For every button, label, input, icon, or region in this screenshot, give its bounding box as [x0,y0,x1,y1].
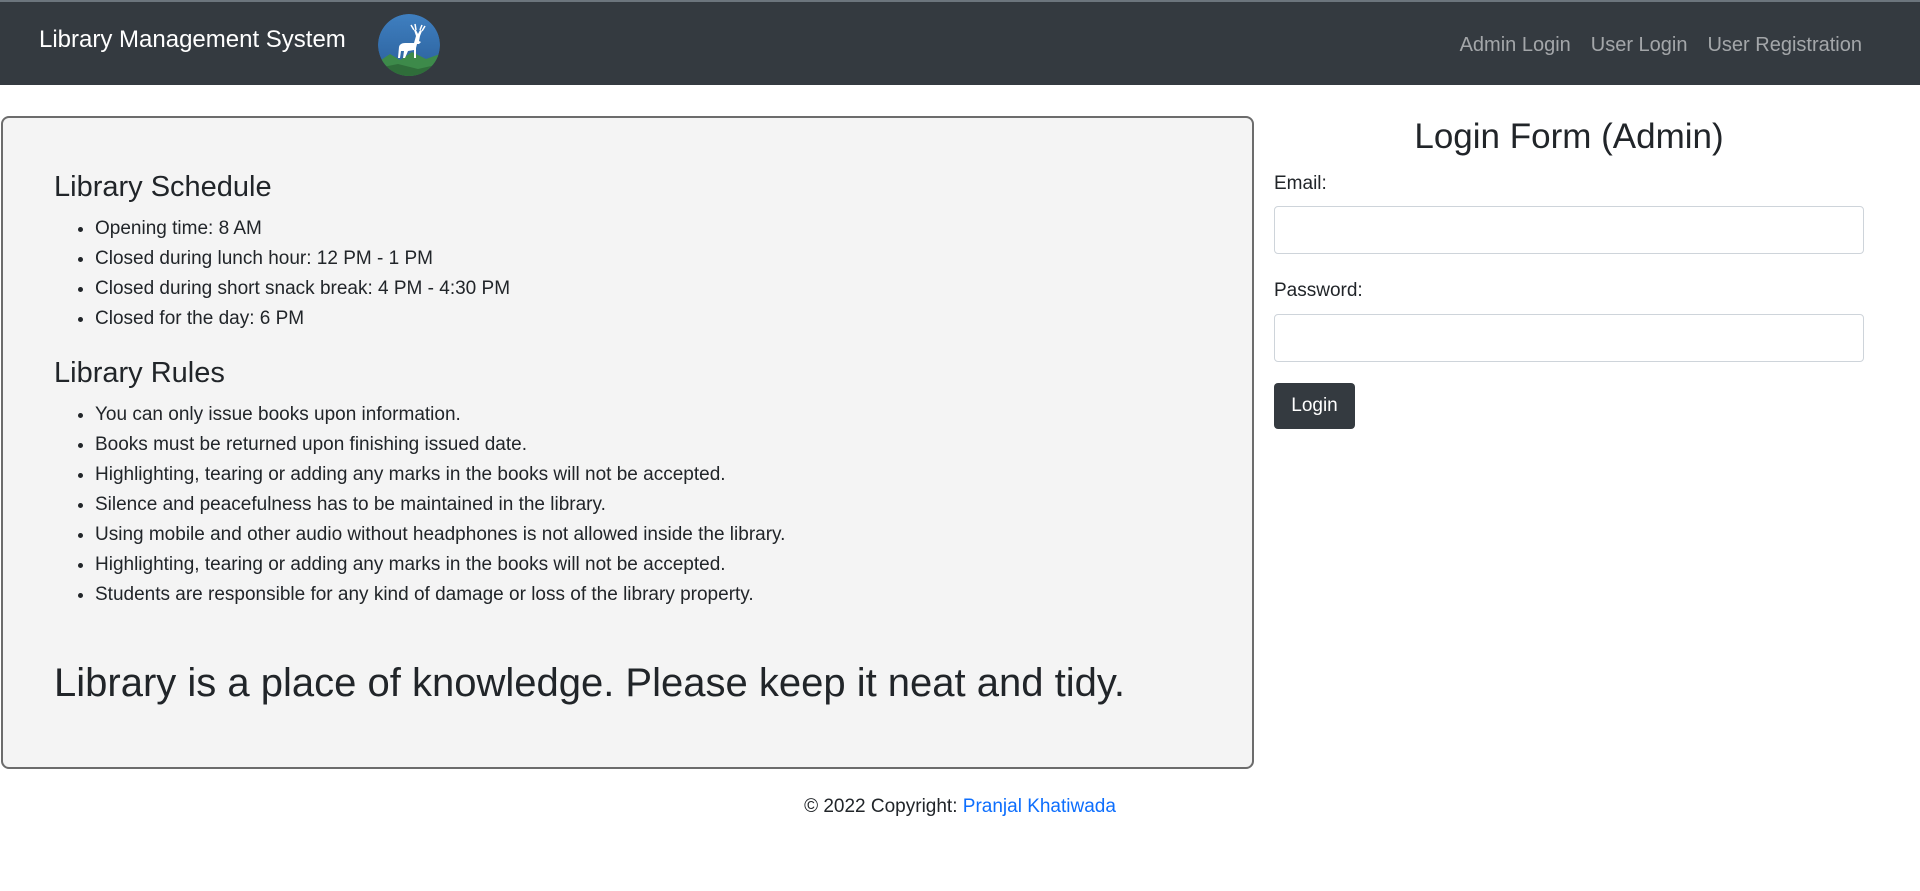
rule-item: Silence and peacefulness has to be maint… [95,490,785,520]
copyright-text: © 2022 Copyright: [804,796,963,817]
login-form-title: Login Form (Admin) [1414,117,1724,156]
login-button[interactable]: Login [1274,383,1355,429]
schedule-item: Closed for the day: 6 PM [95,304,510,334]
nav-links: Admin Login User Login User Registration [1450,31,1872,59]
email-label: Email: [1274,173,1327,194]
author-link[interactable]: Pranjal Khatiwada [963,796,1116,817]
navbar: Library Management System Admin Login Us… [0,0,1920,85]
schedule-item: Closed during short snack break: 4 PM - … [95,274,510,304]
rule-item: You can only issue books upon informatio… [95,400,785,430]
rules-heading: Library Rules [54,357,225,389]
schedule-heading: Library Schedule [54,171,272,203]
nav-user-registration[interactable]: User Registration [1697,31,1872,59]
navbar-brand[interactable]: Library Management System [39,25,346,55]
nav-admin-login[interactable]: Admin Login [1450,31,1581,59]
rule-item: Highlighting, tearing or adding any mark… [95,460,785,490]
library-info-panel: Library Schedule Opening time: 8 AM Clos… [1,116,1254,769]
schedule-item: Closed during lunch hour: 12 PM - 1 PM [95,244,510,274]
library-tagline: Library is a place of knowledge. Please … [54,661,1126,705]
footer: © 2022 Copyright: Pranjal Khatiwada [0,794,1920,820]
nav-user-login[interactable]: User Login [1581,31,1698,59]
rules-list: You can only issue books upon informatio… [55,400,785,610]
email-field[interactable] [1274,206,1864,254]
password-label: Password: [1274,280,1363,301]
rule-item: Students are responsible for any kind of… [95,580,785,610]
rule-item: Highlighting, tearing or adding any mark… [95,550,785,580]
password-field[interactable] [1274,314,1864,362]
schedule-item: Opening time: 8 AM [95,214,510,244]
deer-logo-icon [378,14,440,76]
rule-item: Books must be returned upon finishing is… [95,430,785,460]
rule-item: Using mobile and other audio without hea… [95,520,785,550]
schedule-list: Opening time: 8 AM Closed during lunch h… [55,214,510,334]
